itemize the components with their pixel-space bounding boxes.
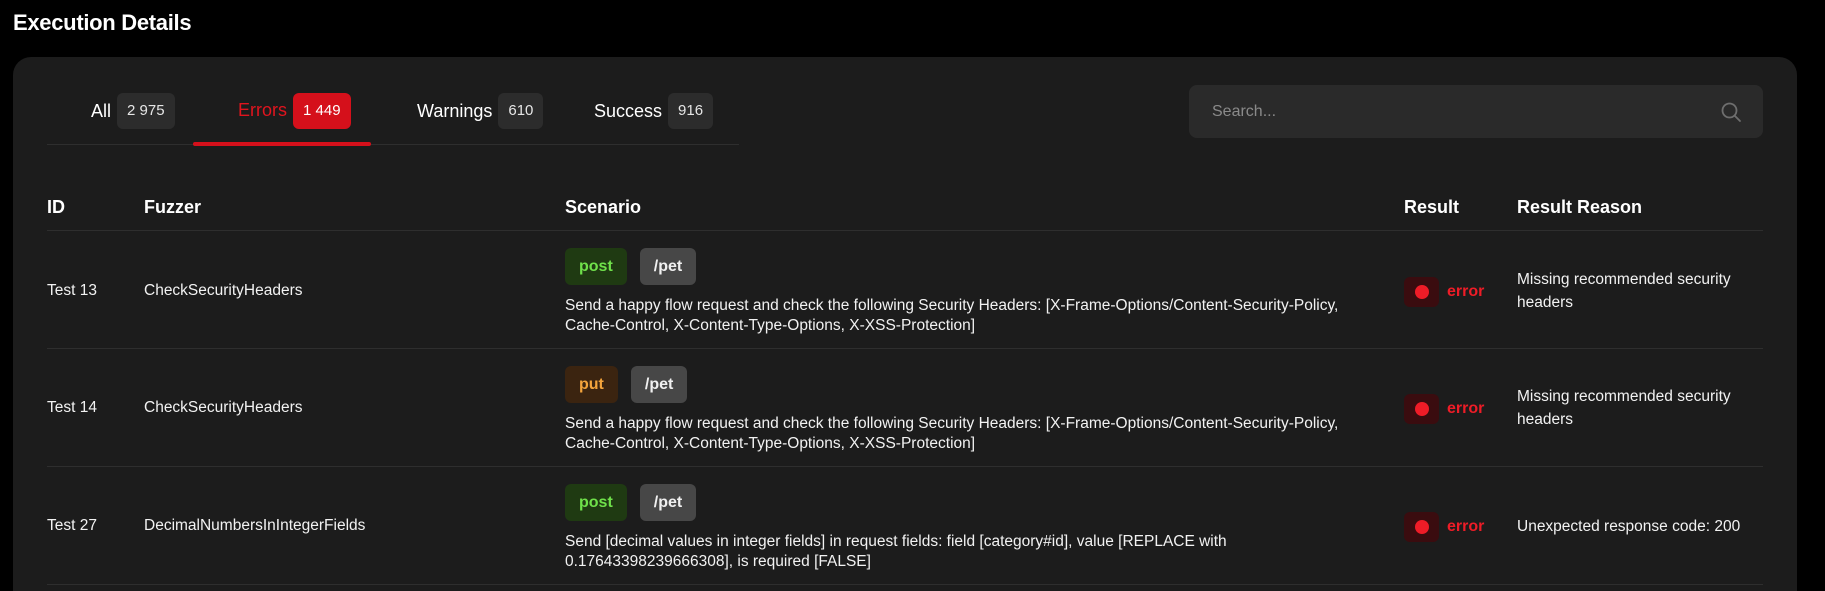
result-label: error xyxy=(1447,283,1485,300)
endpoint-path-badge: /pet xyxy=(630,366,688,403)
row-id: Test 14 xyxy=(47,399,97,416)
column-header-fuzzer[interactable]: Fuzzer xyxy=(144,197,201,218)
tab-success[interactable]: Success 916 xyxy=(594,93,714,129)
result-status: error xyxy=(1404,512,1484,542)
result-label: error xyxy=(1447,400,1485,417)
http-method-badge: put xyxy=(565,366,618,403)
search-box xyxy=(1189,85,1763,138)
row-scenario: post /pet Send a happy flow request and … xyxy=(565,248,1375,336)
http-method-badge: post xyxy=(565,484,627,521)
endpoint-path-badge: /pet xyxy=(639,248,697,285)
search-input[interactable] xyxy=(1189,85,1719,138)
active-tab-indicator xyxy=(193,142,371,146)
row-id: Test 13 xyxy=(47,282,97,299)
row-fuzzer: CheckSecurityHeaders xyxy=(144,282,303,299)
table-header: ID Fuzzer Scenario Result Result Reason xyxy=(47,187,1763,231)
row-scenario: post /pet Send [decimal values in intege… xyxy=(565,484,1265,572)
column-header-id[interactable]: ID xyxy=(47,197,65,218)
result-reason: Missing recommended security headers xyxy=(1517,271,1731,311)
result-status: error xyxy=(1404,277,1484,307)
column-header-result-reason[interactable]: Result Reason xyxy=(1517,197,1642,218)
error-dot-icon xyxy=(1404,277,1439,307)
page-title: Execution Details xyxy=(13,10,192,35)
tab-errors-label: Errors xyxy=(238,99,287,120)
result-filter-tabs: All 2 975 Errors 1 449 Warnings 610 Succ… xyxy=(47,57,739,145)
tab-warnings[interactable]: Warnings 610 xyxy=(417,93,544,129)
http-method-badge: post xyxy=(565,248,627,285)
tab-errors[interactable]: Errors 1 449 xyxy=(238,93,351,129)
table-row[interactable]: Test 13 CheckSecurityHeaders post /pet S… xyxy=(47,232,1763,349)
error-dot-icon xyxy=(1404,394,1439,424)
row-scenario: put /pet Send a happy flow request and c… xyxy=(565,366,1375,454)
tab-warnings-count: 610 xyxy=(498,93,544,129)
tab-all[interactable]: All 2 975 xyxy=(91,93,175,129)
table-row[interactable]: Test 27 DecimalNumbersInIntegerFields po… xyxy=(47,468,1763,585)
execution-details-panel: All 2 975 Errors 1 449 Warnings 610 Succ… xyxy=(13,57,1797,591)
result-reason: Unexpected response code: 200 xyxy=(1517,518,1741,535)
result-reason: Missing recommended security headers xyxy=(1517,388,1731,428)
scenario-description: Send [decimal values in integer fields] … xyxy=(565,533,1227,570)
row-id: Test 27 xyxy=(47,517,97,534)
column-header-result[interactable]: Result xyxy=(1404,197,1459,218)
search-icon[interactable] xyxy=(1719,100,1743,124)
column-header-scenario[interactable]: Scenario xyxy=(565,197,641,218)
tab-success-count: 916 xyxy=(668,93,714,129)
result-status: error xyxy=(1404,394,1484,424)
result-label: error xyxy=(1447,518,1485,535)
table-row[interactable]: Test 14 CheckSecurityHeaders put /pet Se… xyxy=(47,350,1763,467)
row-fuzzer: DecimalNumbersInIntegerFields xyxy=(144,517,366,534)
scenario-description: Send a happy flow request and check the … xyxy=(565,297,1339,334)
endpoint-path-badge: /pet xyxy=(639,484,697,521)
row-fuzzer: CheckSecurityHeaders xyxy=(144,399,303,416)
tab-success-label: Success xyxy=(594,100,663,121)
tab-errors-count: 1 449 xyxy=(293,93,351,129)
tab-all-count: 2 975 xyxy=(117,93,175,129)
tab-all-label: All xyxy=(91,100,112,121)
scenario-description: Send a happy flow request and check the … xyxy=(565,415,1339,452)
tab-warnings-label: Warnings xyxy=(417,100,493,121)
error-dot-icon xyxy=(1404,512,1439,542)
